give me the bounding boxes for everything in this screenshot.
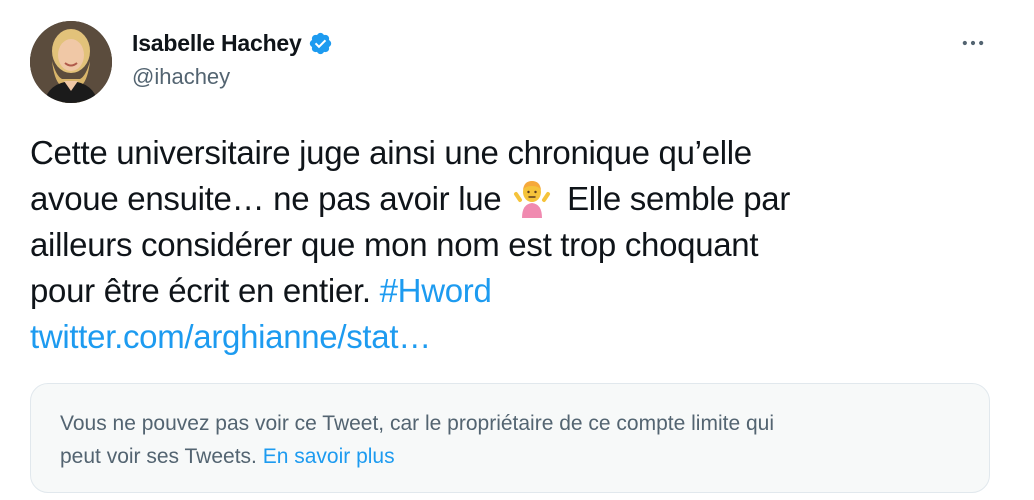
notice-text-segment: peut voir ses Tweets.: [60, 445, 257, 468]
tweet-text-segment: Elle semble par: [567, 180, 791, 217]
notice-text-line: peut voir ses Tweets. En savoir plus: [60, 440, 960, 473]
tweet-text-line: avoue ensuite… ne pas avoir lue Elle sem…: [30, 176, 990, 222]
more-options-button[interactable]: [956, 26, 990, 60]
avatar-image: [30, 21, 112, 103]
person-shrugging-emoji-icon: [512, 178, 552, 218]
tweet-text-segment: avoue ensuite… ne pas avoir lue: [30, 180, 502, 217]
avatar[interactable]: [30, 21, 112, 103]
author-name-row[interactable]: Isabelle Hachey: [132, 28, 333, 58]
author-handle[interactable]: @ihachey: [132, 64, 230, 90]
unavailable-quoted-tweet-notice: Vous ne pouvez pas voir ce Tweet, car le…: [30, 383, 990, 493]
tweet-text-line: pour être écrit en entier. #Hword: [30, 268, 990, 314]
learn-more-link[interactable]: En savoir plus: [263, 445, 395, 468]
tweet-text-segment: pour être écrit en entier.: [30, 272, 371, 309]
more-horizontal-icon: [962, 40, 984, 46]
notice-text-line: Vous ne pouvez pas voir ce Tweet, car le…: [60, 412, 774, 435]
tweet-card: Isabelle Hachey @ihachey Cette universit…: [0, 0, 1034, 500]
hashtag-link[interactable]: #Hword: [380, 272, 492, 309]
quoted-tweet-url-link[interactable]: twitter.com/arghianne/stat…: [30, 318, 431, 355]
tweet-text-line: twitter.com/arghianne/stat…: [30, 314, 990, 360]
tweet-text-line: ailleurs considérer que mon nom est trop…: [30, 226, 759, 263]
author-display-name[interactable]: Isabelle Hachey: [132, 30, 302, 57]
verified-badge-icon: [308, 31, 333, 56]
tweet-text: Cette universitaire juge ainsi une chron…: [30, 130, 990, 360]
tweet-text-line: Cette universitaire juge ainsi une chron…: [30, 134, 752, 171]
